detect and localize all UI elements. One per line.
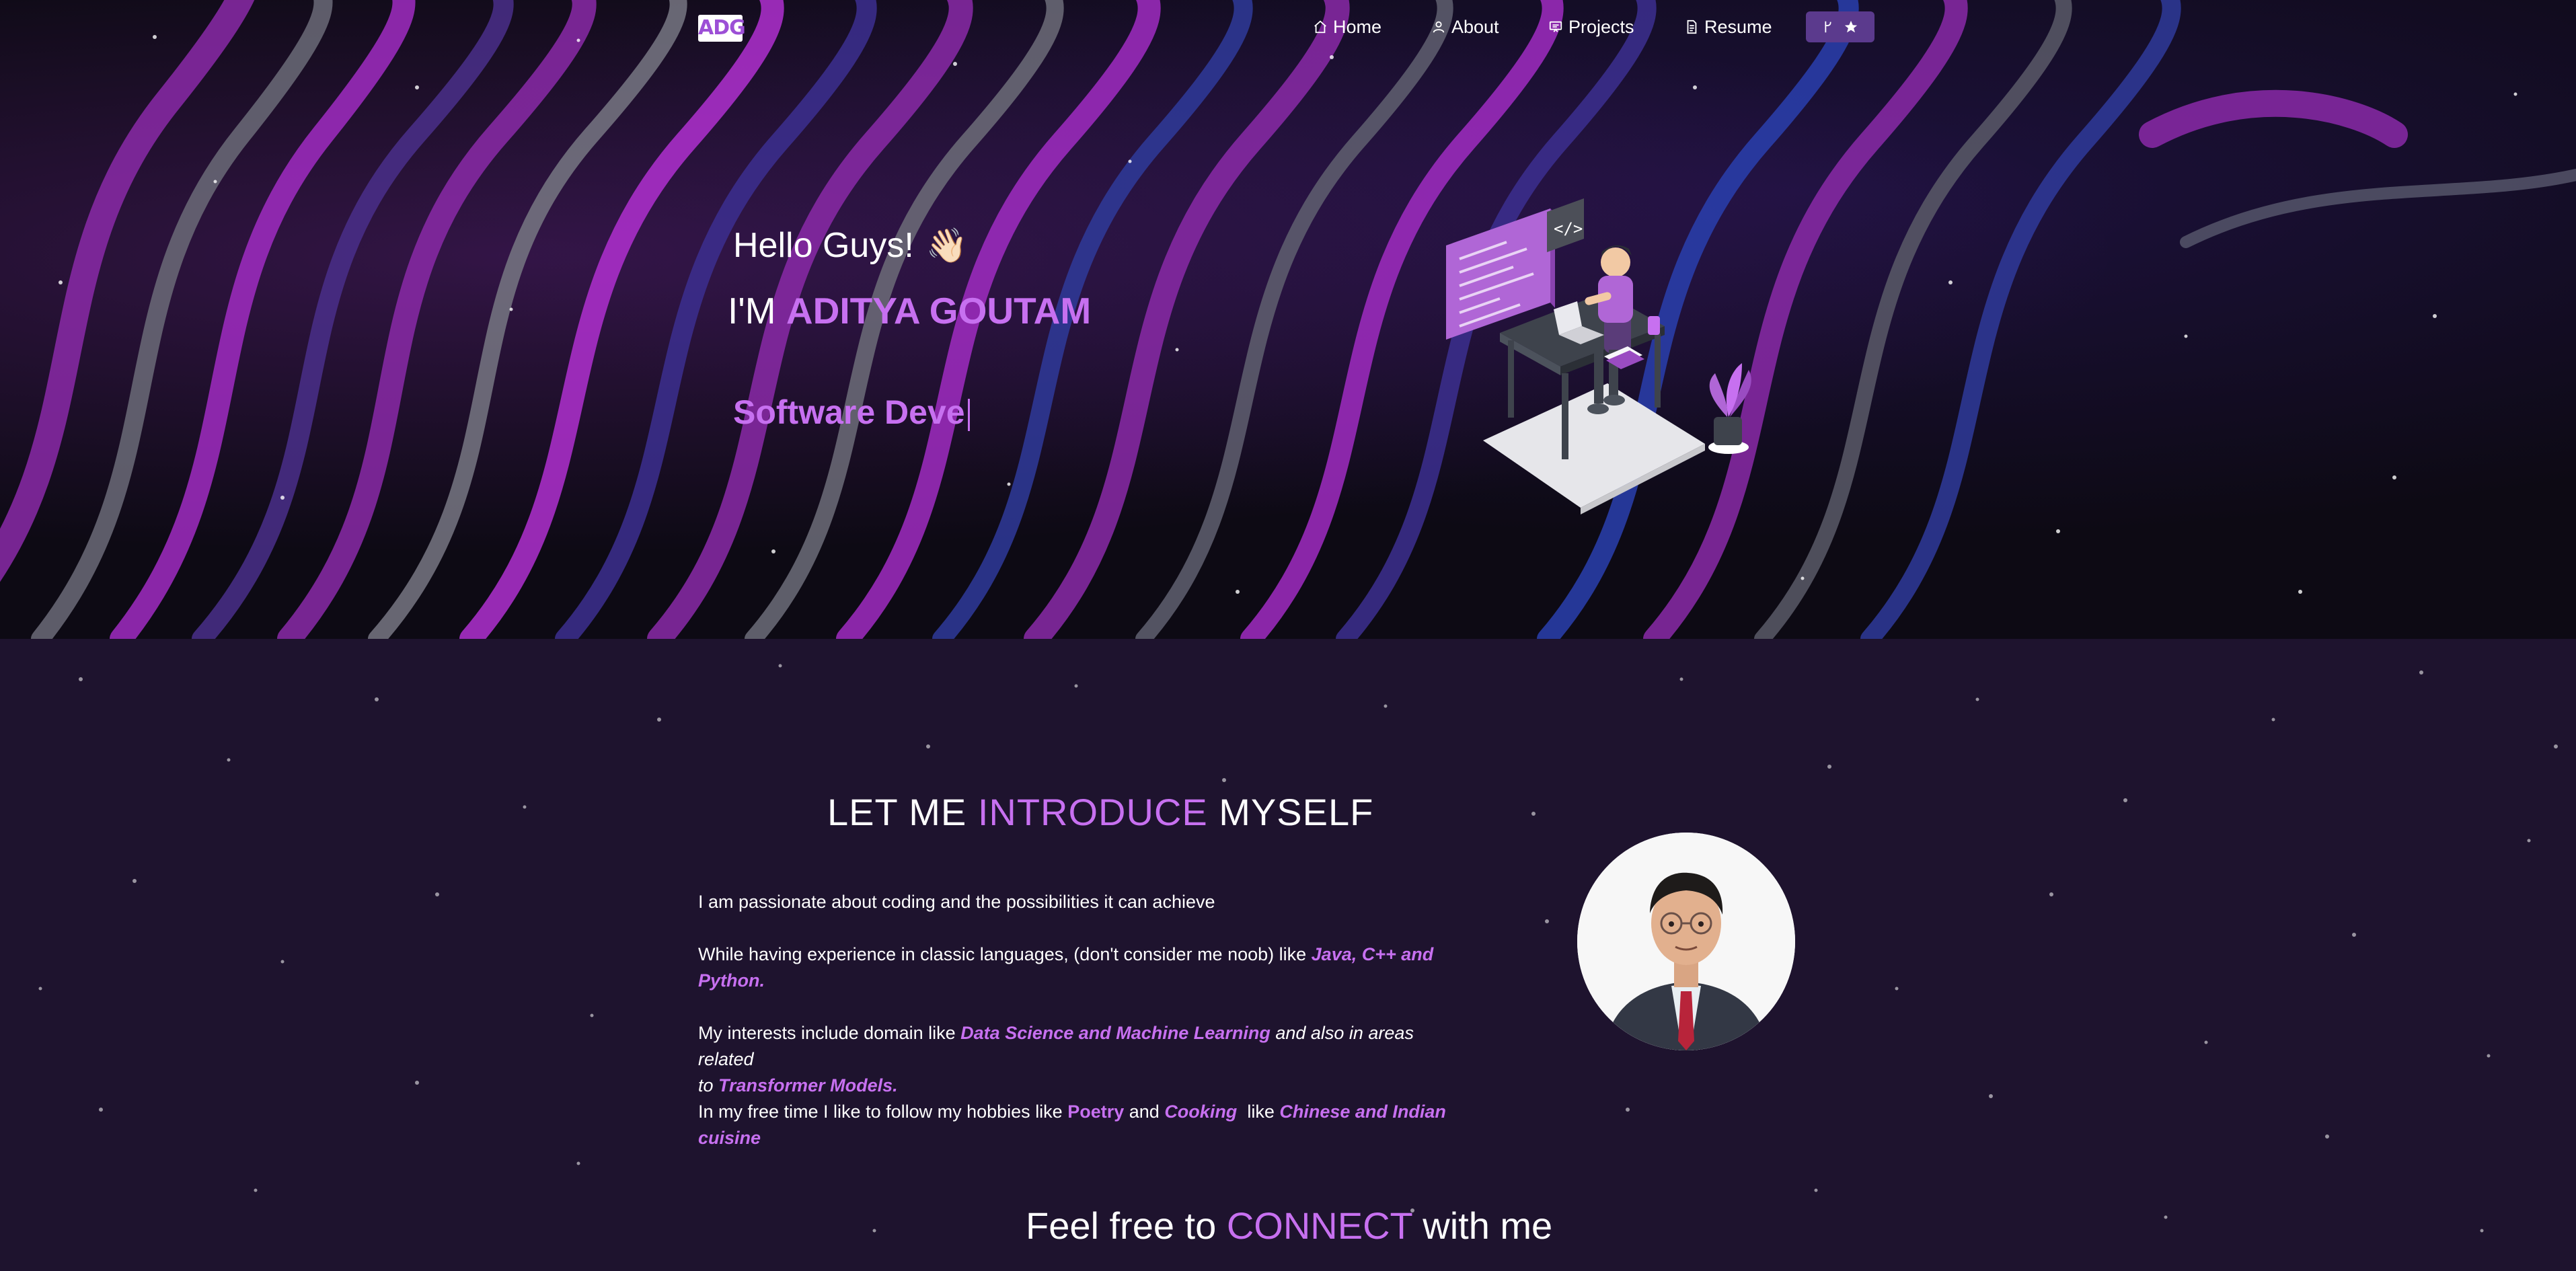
connect-part2: with me	[1423, 1204, 1553, 1247]
profile-photo	[1577, 833, 1795, 1050]
wave-hand-icon: 👋🏻	[925, 227, 969, 264]
document-icon	[1687, 20, 1697, 34]
intro-p4-cooking: Cooking	[1164, 1102, 1238, 1122]
developer-at-desk-illustration: </>	[1446, 198, 1751, 514]
home-icon	[1314, 20, 1326, 34]
im-prefix: I'M	[728, 290, 776, 332]
intro-p3-text: My interests include domain like	[698, 1023, 961, 1043]
hero-name: ADITYA GOUTAM	[786, 290, 1092, 332]
user-icon	[1433, 21, 1445, 33]
typed-role: Software Deve	[733, 393, 965, 431]
connect-accent: CONNECT	[1226, 1204, 1412, 1247]
intro-p4-text: In my free time I like to follow my hobb…	[698, 1102, 1068, 1122]
intro-p4-and: and	[1124, 1102, 1165, 1122]
intro-p3-transformers: Transformer Models.	[718, 1075, 898, 1095]
avatar-portrait	[1577, 833, 1795, 1050]
intro-title-accent: INTRODUCE	[977, 791, 1208, 833]
intro-paragraph-4: In my free time I like to follow my hobb…	[698, 1099, 1472, 1151]
intro-p1-text: I am passionate about coding and the pos…	[698, 892, 1215, 912]
nav-home-label: Home	[1333, 16, 1382, 37]
intro-p4-like: like	[1237, 1102, 1280, 1122]
svg-text:</>: </>	[1554, 219, 1583, 238]
navbar: ADG Home About Projects Resume	[0, 0, 2576, 54]
intro-title: LET ME INTRODUCE MYSELF	[827, 790, 1373, 834]
projects-icon	[1549, 21, 1562, 32]
intro-p4-cuisine-end: cuisine	[698, 1128, 761, 1148]
star-icon	[1844, 20, 1858, 33]
connect-part1: Feel free to	[1026, 1204, 1217, 1247]
greeting-text: Hello Guys!	[733, 226, 914, 265]
typewriter-text: Software Deve	[733, 393, 970, 432]
nav-projects-label: Projects	[1568, 16, 1634, 37]
intro-p3-domain: Data Science and Machine Learning	[960, 1023, 1271, 1043]
connect-heading: Feel free to CONNECT with me	[1026, 1204, 1552, 1247]
nav-home[interactable]: Home	[1313, 13, 1381, 40]
github-star-button[interactable]	[1806, 11, 1874, 42]
intro-paragraph-1: I am passionate about coding and the pos…	[698, 889, 1472, 915]
hero-section: Hello Guys! 👋🏻 I'M ADITYA GOUTAM Software…	[0, 0, 2576, 639]
intro-paragraph-2: While having experience in classic langu…	[698, 941, 1472, 994]
intro-p2-text: While having experience in classic langu…	[698, 944, 1312, 964]
nav-about[interactable]: About	[1431, 13, 1499, 40]
nav-about-label: About	[1451, 16, 1499, 37]
intro-p4-poetry: Poetry	[1067, 1102, 1125, 1122]
hero-name-line: I'M ADITYA GOUTAM	[728, 289, 1091, 332]
intro-p2-languages: Java, C++ and	[1311, 944, 1434, 964]
git-fork-icon	[1825, 21, 1831, 33]
hero-background-waves	[0, 0, 2576, 639]
intro-p4-cuisine: Chinese and Indian	[1279, 1102, 1446, 1122]
intro-title-part1: LET ME	[827, 791, 967, 833]
typing-cursor	[967, 398, 970, 431]
intro-p2-python: Python.	[698, 970, 765, 991]
intro-paragraph-3: My interests include domain like Data Sc…	[698, 1020, 1472, 1099]
intro-title-part2: MYSELF	[1219, 791, 1374, 833]
nav-resume[interactable]: Resume	[1684, 13, 1772, 40]
nav-projects[interactable]: Projects	[1548, 13, 1634, 40]
intro-p3-to: to	[698, 1075, 719, 1095]
logo[interactable]: ADG	[698, 15, 746, 42]
nav-resume-label: Resume	[1704, 16, 1772, 37]
hero-greeting: Hello Guys! 👋🏻	[733, 225, 968, 266]
